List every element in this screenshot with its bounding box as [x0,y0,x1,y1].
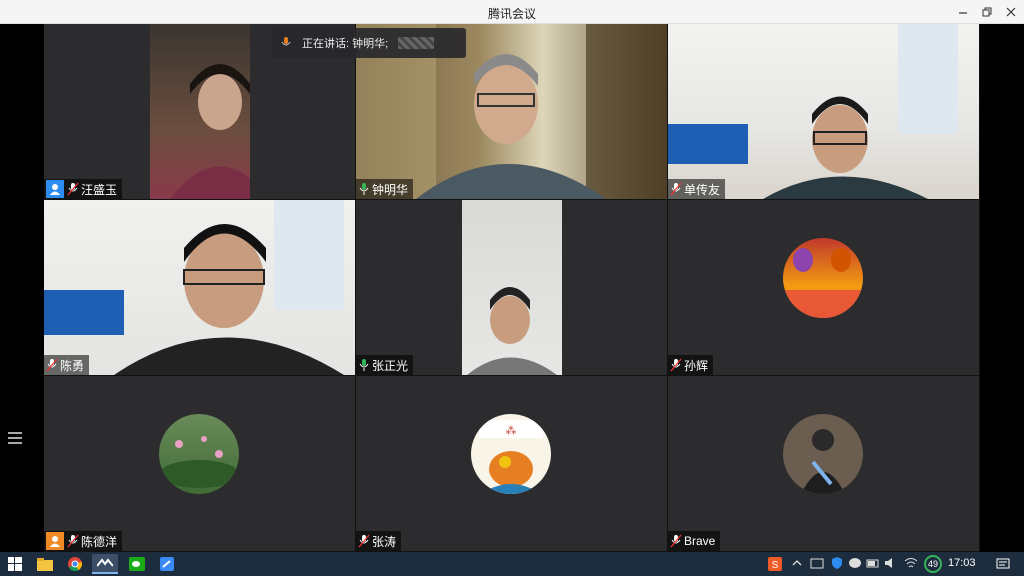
tencent-meeting-icon [97,558,113,567]
chevron-up-icon[interactable] [792,556,802,570]
svg-text:⁂: ⁂ [506,424,517,437]
left-gutter [0,24,44,552]
mic-muted-icon [670,534,682,548]
participant-video [44,200,355,375]
participant-name: Brave [684,534,716,548]
person-silhouette [467,287,557,375]
video-tile-9[interactable]: Brave [668,376,979,551]
participant-name: 孙辉 [684,358,709,373]
participant-nameplate: 钟明华 [356,179,414,199]
restore-icon [982,7,992,17]
video-tile-4[interactable]: 陈勇 [44,200,355,375]
windows-start-button[interactable] [4,554,26,574]
participant-avatar [783,414,863,494]
video-tile-5[interactable]: 张正光 [356,200,667,375]
windows-start-icon [8,557,22,571]
performance-badge[interactable]: 49 [924,555,942,573]
video-tile-6[interactable]: 孙辉 [668,200,979,375]
host-badge-icon [46,532,64,550]
right-gutter [980,24,1024,552]
participant-video [462,200,562,375]
security-shield-icon[interactable] [830,556,844,570]
close-icon [1006,7,1016,17]
feishu-button[interactable] [156,554,178,574]
speaking-indicator: 正在讲话: 钟明华; [272,28,466,58]
wifi-icon[interactable] [904,556,918,570]
sogou-input-button[interactable]: S [764,554,786,574]
file-explorer-icon [37,558,53,571]
blurred-name [398,37,435,49]
battery-icon[interactable] [866,556,880,570]
notification-icon [996,558,1010,569]
participant-name: 陈德洋 [81,534,118,549]
mic-muted-icon [358,534,370,548]
mic-muted-icon [670,358,682,372]
host-badge-icon [46,180,64,198]
participant-nameplate: 单传友 [668,179,726,199]
close-button[interactable] [996,0,1024,24]
chrome-icon [68,557,82,571]
person-silhouette [668,24,958,199]
video-tile-3[interactable]: 单传友 [668,24,979,199]
notification-button[interactable] [992,554,1014,574]
participant-avatar: ⁂ [471,414,551,494]
participant-nameplate: 陈勇 [44,355,90,375]
participant-name: 单传友 [684,182,721,197]
mic-muted-icon [67,182,79,196]
speaker-icon [281,37,291,46]
mic-active-icon [359,183,369,195]
participant-name: 汪盛玉 [81,182,118,197]
title-bar: 腾讯会议 [0,0,1024,24]
system-clock[interactable]: 17:03 [948,557,976,569]
tencent-meeting-button[interactable] [92,554,118,574]
participant-nameplate: 张涛 [356,531,402,551]
mic-muted-icon [67,534,79,548]
participant-video [668,24,979,199]
video-tile-7[interactable]: 陈德洋 [44,376,355,551]
screenshot-tool-icon[interactable] [810,556,824,570]
feishu-icon [160,557,174,571]
taskbar: S 49 17:03 [0,552,1024,576]
participant-nameplate: 陈德洋 [44,531,123,551]
sogou-input-icon: S [768,557,782,571]
participant-name: 钟明华 [372,182,409,197]
wechat-icon [129,557,145,571]
person-silhouette [170,64,270,199]
minimize-icon [959,12,967,14]
participant-name: 陈勇 [60,358,85,373]
participant-name: 张涛 [372,534,397,549]
mic-active-icon [359,359,369,371]
participant-avatar [159,414,239,494]
participant-avatar [783,238,863,318]
participant-nameplate: 张正光 [356,355,414,375]
file-explorer-button[interactable] [34,554,56,574]
volume-icon[interactable] [884,556,898,570]
participant-nameplate: 孙辉 [668,355,714,375]
video-grid: 汪盛玉 钟明华 单传友 陈勇 张正光 孙辉 陈德洋 ⁂ 张涛 Brave [44,24,980,552]
participant-name: 张正光 [372,358,409,373]
meeting-window: 腾讯会议 汪盛玉 钟明华 单传友 陈勇 张正光 孙辉 陈德洋 ⁂ 张涛 Brav… [0,0,1024,552]
participant-list-icon[interactable] [8,432,22,446]
speaking-label: 正在讲话: 钟明华; [302,38,389,50]
window-title: 腾讯会议 [487,7,536,21]
wechat-tray-icon[interactable] [848,556,862,570]
svg-text:S: S [772,560,779,571]
participant-nameplate: 汪盛玉 [44,179,123,199]
mic-muted-icon [670,182,682,196]
participant-nameplate: Brave [668,531,721,551]
wechat-button[interactable] [126,554,148,574]
chrome-button[interactable] [64,554,86,574]
video-tile-8[interactable]: ⁂ 张涛 [356,376,667,551]
participant-video [150,24,270,199]
person-silhouette [44,200,344,375]
mic-muted-icon [46,358,58,372]
